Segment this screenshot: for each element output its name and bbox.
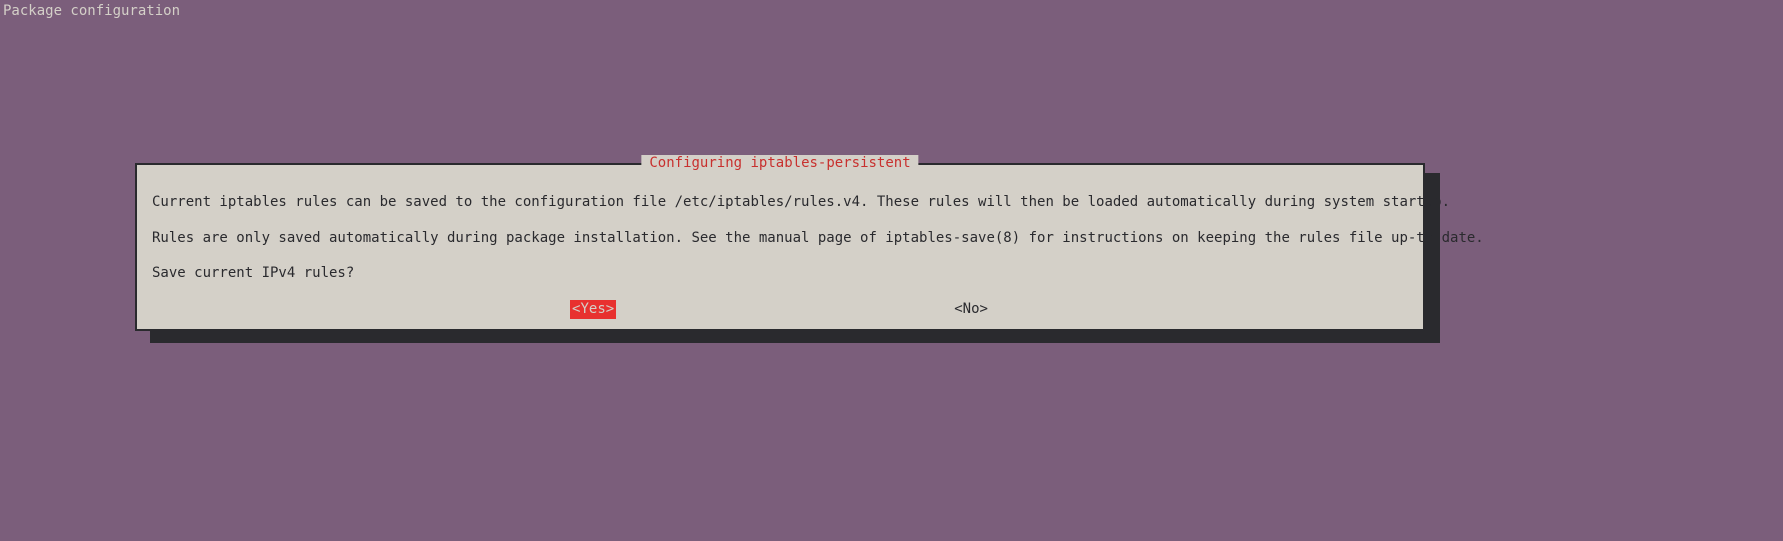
content-area: Configuring iptables-persistent Current … (0, 18, 1783, 541)
dialog-box: Configuring iptables-persistent Current … (135, 163, 1425, 331)
dialog-text-line-3: Save current IPv4 rules? (152, 264, 1408, 284)
terminal-background: Package configuration Configuring iptabl… (0, 0, 1783, 541)
button-row: <Yes> <No> (152, 300, 1408, 320)
dialog-body: Current iptables rules can be saved to t… (137, 165, 1423, 329)
no-button[interactable]: <No> (952, 300, 990, 320)
page-title: Package configuration (3, 3, 180, 19)
yes-button[interactable]: <Yes> (570, 300, 616, 320)
dialog-text-line-1: Current iptables rules can be saved to t… (152, 193, 1408, 213)
dialog-title: Configuring iptables-persistent (641, 155, 918, 171)
dialog-text-line-2: Rules are only saved automatically durin… (152, 229, 1408, 249)
